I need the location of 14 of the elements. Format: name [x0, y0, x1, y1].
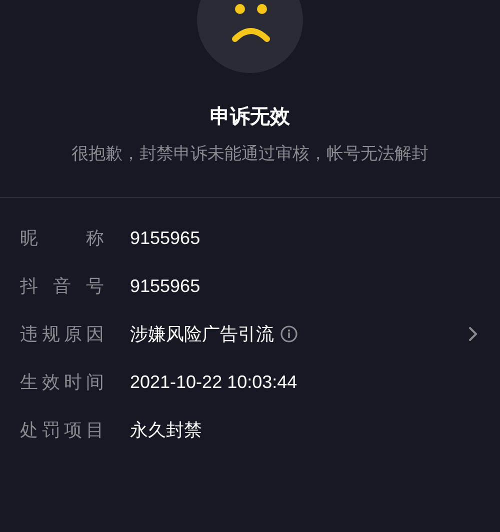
- field-label: 违规原因: [20, 322, 104, 346]
- field-value: 9155965: [130, 274, 200, 298]
- info-icon[interactable]: [280, 325, 298, 343]
- field-value: 永久封禁: [130, 418, 202, 442]
- result-title: 申诉无效: [209, 105, 291, 130]
- field-value: 涉嫌风险广告引流: [130, 322, 274, 346]
- field-label: 抖音号: [20, 274, 104, 298]
- field-label: 生效时间: [20, 370, 104, 394]
- result-message: 很抱歉，封禁申诉未能通过审核，帐号无法解封: [70, 143, 430, 165]
- field-label: 昵称: [20, 226, 104, 250]
- field-label: 处罚项目: [20, 418, 104, 442]
- field-value: 2021-10-22 10:03:44: [130, 370, 298, 394]
- chevron-right-icon[interactable]: [468, 326, 478, 342]
- field-value: 9155965: [130, 226, 200, 250]
